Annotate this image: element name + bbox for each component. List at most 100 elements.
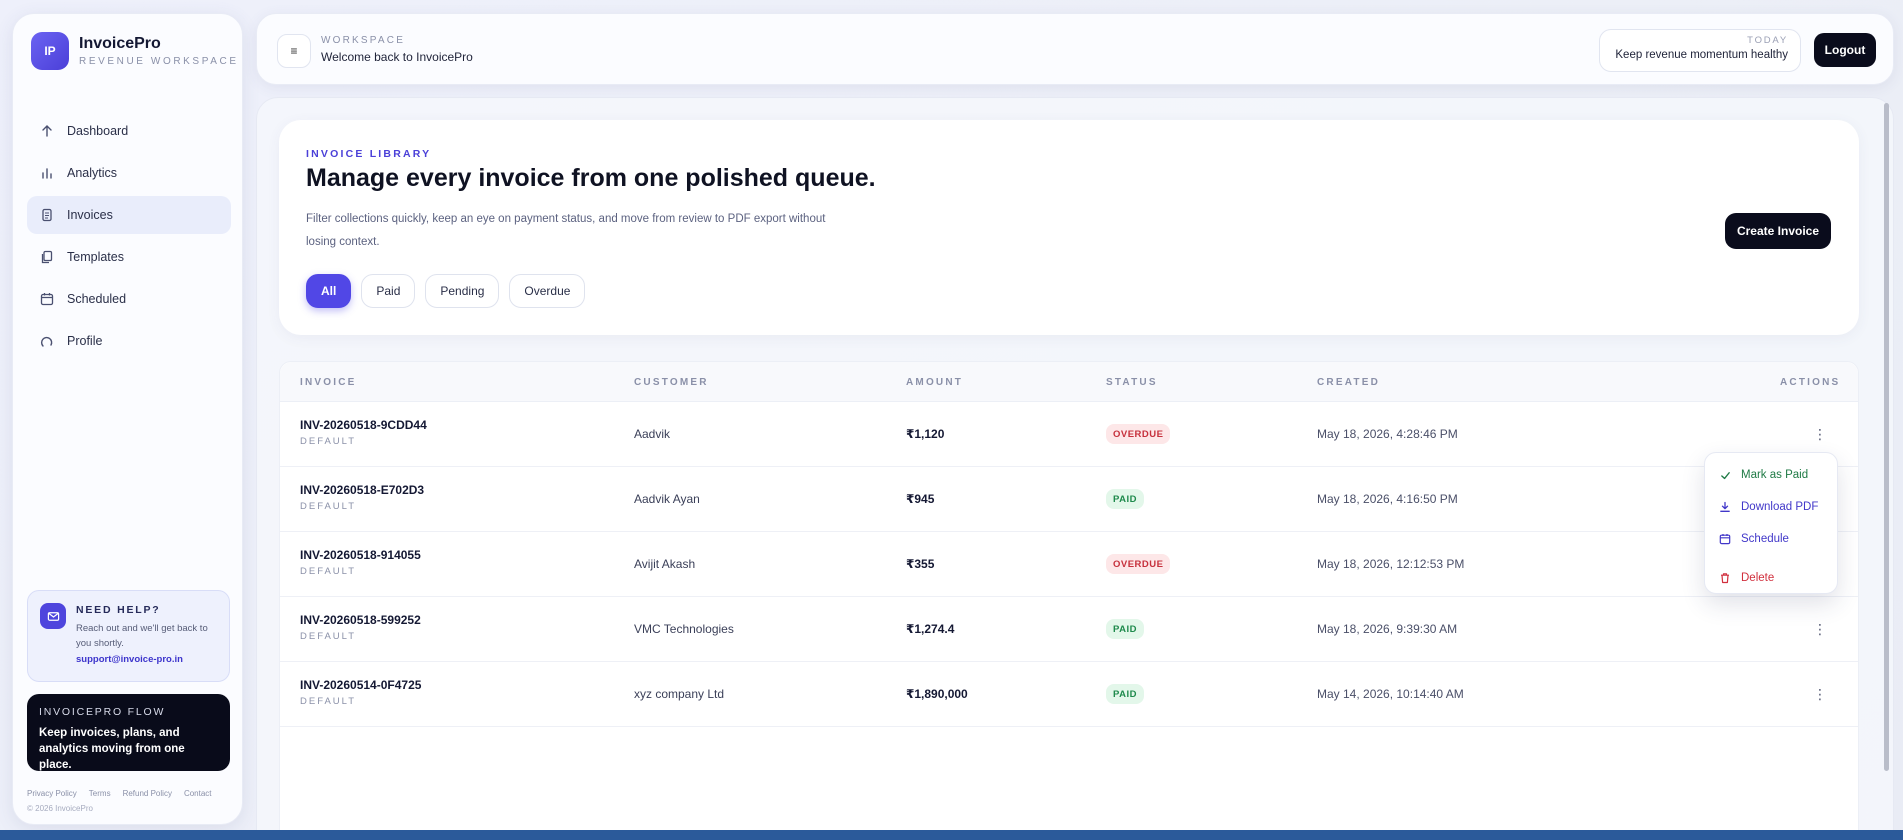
row-actions-button[interactable]: ⋮	[1810, 682, 1830, 706]
invoice-id[interactable]: INV-20260518-9CDD44	[300, 418, 427, 432]
customer-name: Avijit Akash	[634, 557, 696, 571]
profile-icon	[39, 333, 55, 349]
today-box: TODAY Keep revenue momentum healthy	[1599, 29, 1801, 72]
footer-link-refund[interactable]: Refund Policy	[123, 789, 172, 798]
status-filters: All Paid Pending Overdue	[306, 274, 586, 308]
menu-item-schedule[interactable]: Schedule	[1705, 523, 1837, 555]
sidebar-item-analytics[interactable]: Analytics	[27, 154, 231, 192]
footer-link-terms[interactable]: Terms	[89, 789, 111, 798]
invoice-amount: ₹355	[906, 557, 935, 571]
table-row[interactable]: INV-20260518-599252 DEFAULT VMC Technolo…	[280, 597, 1858, 662]
help-title: NEED HELP?	[76, 604, 161, 616]
invoice-template: DEFAULT	[300, 696, 357, 707]
sidebar-item-label: Invoices	[67, 208, 113, 222]
support-email-link[interactable]: support@invoice-pro.in	[76, 654, 219, 665]
filter-pending[interactable]: Pending	[425, 274, 500, 308]
brand-subtitle: REVENUE WORKSPACE	[79, 56, 239, 67]
column-header-invoice[interactable]: INVOICE	[300, 377, 357, 388]
sidebar-item-templates[interactable]: Templates	[27, 238, 231, 276]
table-row[interactable]: INV-20260518-9CDD44 DEFAULT Aadvik ₹1,12…	[280, 402, 1858, 467]
footer-link-contact[interactable]: Contact	[184, 789, 212, 798]
status-badge: PAID	[1106, 489, 1144, 509]
flow-title: INVOICEPRO FLOW	[39, 706, 166, 718]
logout-button[interactable]: Logout	[1814, 33, 1876, 67]
sidebar-item-label: Dashboard	[67, 124, 129, 138]
created-date: May 18, 2026, 9:39:30 AM	[1317, 622, 1458, 636]
footer-link-privacy[interactable]: Privacy Policy	[27, 789, 77, 798]
sidebar-item-label: Analytics	[67, 166, 118, 180]
analytics-icon	[39, 165, 55, 181]
invoice-id[interactable]: INV-20260514-0F4725	[300, 678, 421, 692]
top-header: ≡ WORKSPACE Welcome back to InvoicePro T…	[256, 13, 1894, 85]
main-content: INVOICE LIBRARY Manage every invoice fro…	[256, 97, 1894, 840]
status-badge: OVERDUE	[1106, 554, 1171, 574]
brand[interactable]: IP InvoicePro REVENUE WORKSPACE	[31, 32, 239, 70]
today-text: Keep revenue momentum healthy	[1615, 49, 1788, 61]
help-card: NEED HELP? Reach out and we'll get back …	[27, 590, 230, 682]
sidebar-item-scheduled[interactable]: Scheduled	[27, 280, 231, 318]
invoice-id[interactable]: INV-20260518-914055	[300, 548, 421, 562]
menu-item-label: Mark as Paid	[1741, 469, 1809, 481]
customer-name: VMC Technologies	[634, 622, 734, 636]
invoice-template: DEFAULT	[300, 501, 357, 512]
invoice-amount: ₹945	[906, 492, 935, 506]
calendar-icon	[39, 291, 55, 307]
create-invoice-button[interactable]: Create Invoice	[1725, 213, 1831, 249]
flow-text: Keep invoices, plans, and analytics movi…	[39, 727, 185, 771]
created-date: May 18, 2026, 12:12:53 PM	[1317, 557, 1465, 571]
invoice-template: DEFAULT	[300, 631, 357, 642]
menu-item-mark-as-paid[interactable]: Mark as Paid	[1705, 459, 1837, 491]
brand-logo: IP	[31, 32, 69, 70]
dashboard-icon	[39, 123, 55, 139]
invoice-id[interactable]: INV-20260518-E702D3	[300, 483, 424, 497]
invoice-id[interactable]: INV-20260518-599252	[300, 613, 421, 627]
today-label: TODAY	[1747, 35, 1788, 46]
templates-icon	[39, 249, 55, 265]
invoice-amount: ₹1,274.4	[906, 622, 955, 636]
row-actions-button[interactable]: ⋮	[1810, 617, 1830, 641]
sidebar-item-label: Scheduled	[67, 292, 127, 306]
invoice-template: DEFAULT	[300, 566, 357, 577]
status-badge: PAID	[1106, 619, 1144, 639]
status-badge: PAID	[1106, 684, 1144, 704]
menu-item-label: Schedule	[1741, 533, 1789, 545]
sidebar-item-dashboard[interactable]: Dashboard	[27, 112, 231, 150]
invoice-icon	[39, 207, 55, 223]
sidebar-item-invoices[interactable]: Invoices	[27, 196, 231, 234]
brand-name: InvoicePro	[79, 35, 161, 52]
row-actions-button[interactable]: ⋮	[1810, 422, 1830, 446]
sidebar-item-profile[interactable]: Profile	[27, 322, 231, 360]
invoice-amount: ₹1,120	[906, 427, 945, 441]
customer-name: Aadvik Ayan	[634, 492, 700, 506]
created-date: May 18, 2026, 4:16:50 PM	[1317, 492, 1458, 506]
column-header-created[interactable]: CREATED	[1317, 377, 1380, 388]
menu-item-label: Delete	[1741, 572, 1775, 584]
row-actions-menu: Mark as Paid Download PDF Schedule Delet…	[1704, 452, 1838, 594]
table-row[interactable]: INV-20260518-914055 DEFAULT Avijit Akash…	[280, 532, 1858, 597]
sidebar: IP InvoicePro REVENUE WORKSPACE Dashboar…	[12, 13, 243, 825]
trash-icon	[1719, 572, 1731, 584]
table-row[interactable]: INV-20260518-E702D3 DEFAULT Aadvik Ayan …	[280, 467, 1858, 532]
customer-name: xyz company Ltd	[634, 687, 725, 701]
column-header-amount[interactable]: AMOUNT	[906, 377, 963, 388]
table-row[interactable]: INV-20260514-0F4725 DEFAULT xyz company …	[280, 662, 1858, 727]
flow-card: INVOICEPRO FLOW Keep invoices, plans, an…	[27, 694, 230, 771]
column-header-status[interactable]: STATUS	[1106, 377, 1158, 388]
invoice-amount: ₹1,890,000	[906, 687, 968, 701]
filter-paid[interactable]: Paid	[361, 274, 416, 308]
taskbar-strip	[0, 830, 1903, 840]
column-header-customer[interactable]: CUSTOMER	[634, 377, 709, 388]
check-icon	[1719, 469, 1731, 481]
hero-description: Filter collections quickly, keep an eye …	[306, 213, 826, 248]
scrollbar-thumb[interactable]	[1884, 103, 1889, 771]
menu-item-delete[interactable]: Delete	[1705, 562, 1837, 594]
calendar-icon	[1719, 533, 1731, 545]
filter-all[interactable]: All	[306, 274, 352, 308]
menu-toggle-button[interactable]: ≡	[277, 34, 311, 68]
filter-overdue[interactable]: Overdue	[509, 274, 586, 308]
hero-eyebrow: INVOICE LIBRARY	[306, 148, 432, 160]
created-date: May 18, 2026, 4:28:46 PM	[1317, 427, 1458, 441]
page-title: Manage every invoice from one polished q…	[306, 164, 876, 192]
menu-item-download-pdf[interactable]: Download PDF	[1705, 491, 1837, 523]
customer-name: Aadvik	[634, 427, 671, 441]
